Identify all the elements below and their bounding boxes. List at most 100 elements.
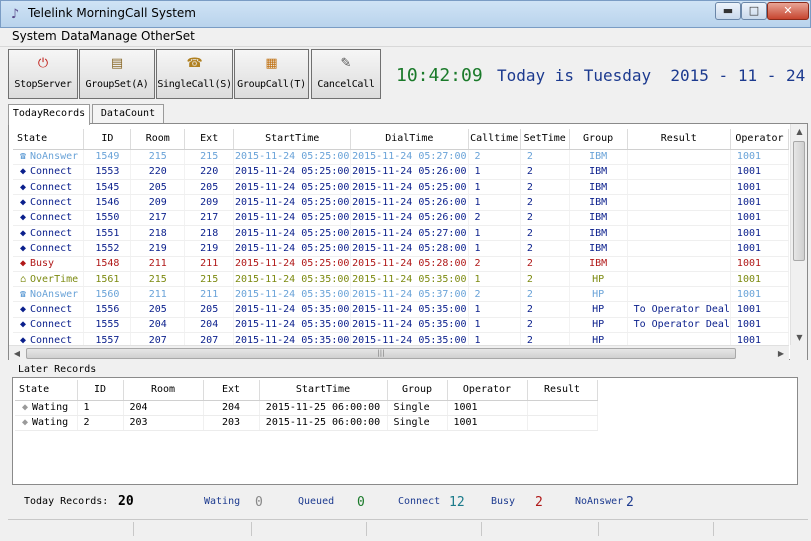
cell-result — [627, 286, 731, 303]
scroll-down-icon[interactable]: ▼ — [791, 330, 808, 346]
today-record-row[interactable]: ◆ Connect 1552 219 219 2015-11-24 05:25:00 201… — [13, 240, 789, 257]
vertical-scroll-thumb[interactable] — [793, 141, 805, 261]
today-record-row[interactable]: ◆ Connect 1556 205 205 2015-11-24 05:35:00 201… — [13, 301, 789, 318]
column-header[interactable]: Result — [627, 129, 731, 150]
horizontal-scroll-thumb[interactable]: ||| — [26, 348, 736, 359]
tab-data-count[interactable]: DataCount — [92, 104, 164, 124]
column-header[interactable]: StartTime — [259, 380, 388, 401]
column-header[interactable]: StartTime — [233, 129, 352, 150]
connect-icon: ◆ — [19, 304, 27, 316]
cell-room: 204 — [130, 317, 186, 334]
state-cell: ☎ NoAnswer — [13, 286, 85, 303]
cell-room: 217 — [130, 210, 186, 226]
column-header[interactable]: Ext — [203, 380, 260, 401]
today-record-row[interactable]: ◆ Busy 1548 211 211 2015-11-24 05:25:00 2015-1… — [13, 256, 789, 272]
group-set-icon: ▤ — [110, 56, 124, 71]
connect-label: Connect — [398, 496, 441, 507]
cell-calltime: 2 — [468, 210, 521, 226]
column-header[interactable]: Room — [130, 129, 186, 150]
cell-result — [627, 256, 731, 272]
window-title: Telelink MorningCall System — [28, 6, 196, 20]
later-records-grid: State ID Room Ext StartTime Group Operator Resu… — [15, 380, 795, 484]
noanswer-count: 2 — [626, 495, 634, 510]
column-header[interactable]: SetTime — [520, 129, 570, 150]
date-display: Today is Tuesday 2015 - 11 - 24 — [497, 66, 806, 85]
single-call-button[interactable]: ☎ SingleCall(S) — [156, 49, 233, 99]
cell-starttime: 2015-11-24 05:35:00 — [233, 286, 352, 303]
today-record-row[interactable]: ◆ Connect 1545 205 205 2015-11-24 05:25:00 201… — [13, 179, 789, 196]
busy-icon: ◆ — [19, 258, 27, 270]
cell-group: HP — [569, 332, 628, 345]
column-header[interactable]: Group — [387, 380, 448, 401]
cell-ext: 205 — [184, 179, 235, 196]
cell-calltime: 1 — [468, 194, 521, 211]
menu-system[interactable]: System — [12, 29, 57, 43]
column-header[interactable]: DialTime — [350, 129, 469, 150]
wating-label: Wating — [204, 496, 241, 507]
cell-calltime: 1 — [468, 164, 521, 181]
column-header[interactable]: Ext — [184, 129, 235, 150]
horizontal-scrollbar[interactable]: ◀ ||| ▶ — [9, 345, 789, 360]
minimize-button[interactable]: ▬ — [715, 2, 741, 20]
later-record-row[interactable]: ◆ Wating 1 204 204 2015-11-25 06:00:00 Single 1… — [15, 400, 598, 416]
cell-group: IBM — [569, 194, 628, 211]
close-button[interactable]: ✕ — [767, 2, 809, 20]
cell-starttime: 2015-11-24 05:35:00 — [233, 317, 352, 334]
cell-ext: 209 — [184, 194, 235, 211]
column-header[interactable]: ID — [83, 129, 132, 150]
later-records-panel: State ID Room Ext StartTime Group Operator Resu… — [12, 377, 798, 485]
today-record-row[interactable]: ☎ NoAnswer 1560 211 211 2015-11-24 05:35:00 20… — [13, 286, 789, 303]
group-set-button[interactable]: ▤ GroupSet(A) — [79, 49, 155, 99]
cell-operator: 1001 — [730, 332, 789, 345]
scroll-right-icon[interactable]: ▶ — [773, 346, 789, 361]
column-header[interactable]: Operator — [447, 380, 528, 401]
cell-dialtime: 2015-11-24 05:35:00 — [350, 317, 469, 334]
queued-count: 0 — [357, 495, 365, 510]
menu-datamanage[interactable]: DataManage — [61, 29, 137, 43]
today-record-row[interactable]: ◆ Connect 1555 204 204 2015-11-24 05:35:00 201… — [13, 317, 789, 334]
today-records-grid: State ID Room Ext StartTime DialTime Calltime S… — [13, 129, 789, 345]
cell-result — [627, 194, 731, 211]
vertical-scrollbar[interactable]: ▲ ▼ — [790, 124, 807, 346]
menu-otherset[interactable]: OtherSet — [141, 29, 195, 43]
cell-dialtime: 2015-11-24 05:35:00 — [350, 332, 469, 345]
group-call-button[interactable]: ▦ GroupCall(T) — [234, 49, 309, 99]
column-header[interactable]: Calltime — [468, 129, 521, 150]
today-record-row[interactable]: ◆ Connect 1553 220 220 2015-11-24 05:25:00 201… — [13, 164, 789, 181]
cell-result: To Operator Deal — [627, 301, 731, 318]
cell-calltime: 1 — [468, 301, 521, 318]
column-header[interactable]: Result — [527, 380, 598, 401]
column-header[interactable]: Room — [123, 380, 204, 401]
state-cell: ◆ Wating — [15, 400, 78, 416]
tab-today-records[interactable]: TodayRecords — [8, 104, 90, 125]
today-record-row[interactable]: ◆ Connect 1546 209 209 2015-11-24 05:25:00 201… — [13, 194, 789, 211]
power-icon: ⏻ — [37, 56, 49, 71]
column-header[interactable]: State — [15, 380, 78, 401]
cell-starttime: 2015-11-25 06:00:00 — [259, 415, 388, 431]
scroll-left-icon[interactable]: ◀ — [9, 346, 25, 361]
connect-icon: ◆ — [19, 242, 27, 254]
today-record-row[interactable]: ⌂ OverTime 1561 215 215 2015-11-24 05:35:00 20… — [13, 271, 789, 288]
today-record-row[interactable]: ◆ Connect 1551 218 218 2015-11-24 05:25:00 201… — [13, 225, 789, 242]
cell-calltime: 1 — [468, 225, 521, 242]
maximize-button[interactable]: □ — [741, 2, 767, 20]
scroll-up-icon[interactable]: ▲ — [791, 124, 808, 140]
today-record-row[interactable]: ◆ Connect 1550 217 217 2015-11-24 05:25:00 201… — [13, 210, 789, 226]
stop-server-button[interactable]: ⏻ StopServer — [8, 49, 78, 99]
state-cell: ◆ Connect — [13, 210, 85, 226]
connect-icon: ◆ — [19, 334, 27, 345]
column-header[interactable]: ID — [77, 380, 124, 401]
today-record-row[interactable]: ◆ Connect 1557 207 207 2015-11-24 05:35:00 201… — [13, 332, 789, 345]
later-record-row[interactable]: ◆ Wating 2 203 203 2015-11-25 06:00:00 Single 1… — [15, 415, 598, 431]
connect-count: 12 — [449, 495, 465, 510]
cell-ext: 203 — [203, 415, 260, 431]
cancel-call-button[interactable]: ✎ CancelCall — [311, 49, 381, 99]
cell-room: 205 — [130, 179, 186, 196]
column-header[interactable]: Group — [569, 129, 628, 150]
cell-settime: 2 — [520, 271, 570, 288]
state-label: Busy — [30, 258, 55, 270]
column-header[interactable]: State — [13, 129, 85, 150]
cell-id: 1555 — [83, 317, 132, 334]
column-header[interactable]: Operator — [730, 129, 789, 150]
today-record-row[interactable]: ☎ NoAnswer 1549 215 215 2015-11-24 05:25:00 20… — [13, 149, 789, 165]
